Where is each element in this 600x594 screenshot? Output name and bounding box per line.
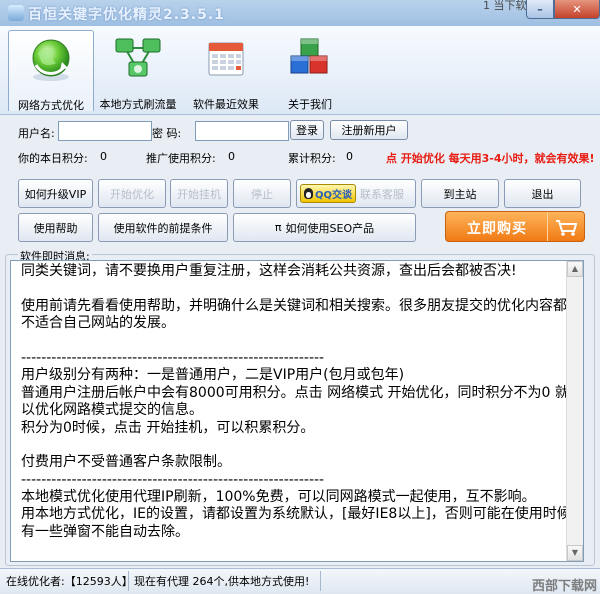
app-icon [8,5,24,21]
messages-textbox[interactable]: 同类关键词，请不要换用户重复注册，这样会消耗公共资源，查出后会都被否决! 使用前… [10,260,584,562]
message-line: 以优化网路模式提交的信息。 [21,402,203,419]
prerequisites-button[interactable]: 使用软件的前提条件 [98,213,228,242]
tab-recent-results[interactable]: 软件最近效果 [184,30,268,111]
register-button[interactable]: 注册新用户 [330,120,408,140]
referral-points-label: 推广使用积分: [146,152,216,165]
exit-button[interactable]: 退出 [504,179,581,208]
password-label: 密 码: [152,127,182,140]
start-optimize-button[interactable]: 开始优化 [98,179,166,208]
message-line: 普通用户注册后帐户中会有8000可用积分。点击 网络模式 开始优化，同时积分不为… [21,384,583,401]
colored-cubes-icon [290,38,328,74]
close-icon: ✕ [572,2,582,16]
app-window: 百恒关键字优化精灵2.3.5.1 1 当下软件园 装机博客 – ✕ 网络方式优化 [0,0,600,594]
globe-refresh-icon [32,39,70,81]
window-controls: – ✕ [526,0,600,20]
login-button[interactable]: 登录 [290,120,324,140]
calendar-icon [208,42,244,76]
today-points-label: 你的本日积分: [18,152,88,165]
status-divider [128,571,129,591]
pi-icon: π [274,221,282,234]
message-line: 本地模式优化使用代理IP刷新，100%免费，可以同网路模式一起使用，互不影响。 [21,489,536,506]
message-line: 同类关键词，请不要换用户重复注册，这样会消耗公共资源，查出后会都被否决! [21,263,517,279]
online-label: 在线优化者: [6,575,65,588]
message-line: ----------------------------------------… [21,471,325,488]
bottom-watermark: 西部下载网 [531,579,597,594]
qq-penguin-icon [304,188,313,199]
seo-howto-button[interactable]: π 如何使用SEO产品 [233,213,416,242]
tab-network-optimize[interactable]: 网络方式优化 [8,30,94,112]
seo-howto-label: 如何使用SEO产品 [285,221,375,235]
stop-button[interactable]: 停止 [233,179,291,208]
qq-chat-badge: QQ交谈 [300,184,357,203]
online-users-status: 在线优化者:【12593人】 [6,573,133,589]
message-line: 用本地方式优化，IE的设置，请都设置为系统默认，[最好IE8以上]，否则可能在使… [21,506,584,523]
qq-badge-label: QQ交谈 [315,190,353,201]
referral-points-value: 0 [228,150,235,163]
status-divider [320,571,321,591]
shopping-cart-icon [547,212,584,241]
message-line [21,333,561,350]
message-line: 有一些弹窗不能自动去除。 [21,523,189,540]
minimize-icon: – [537,2,543,16]
contact-service-label: 联系客服 [360,187,405,201]
help-button[interactable]: 使用帮助 [18,213,93,242]
promo-text: 点 开始优化 每天用3-4小时，就会有效果! [386,152,595,165]
tab-label: 软件最近效果 [193,98,259,111]
total-points-label: 累计积分: [288,152,336,165]
main-site-button[interactable]: 到主站 [421,179,499,208]
close-button[interactable]: ✕ [554,0,600,19]
window-title: 百恒关键字优化精灵2.3.5.1 [28,7,225,23]
message-line [21,437,561,454]
scroll-down-button[interactable]: ▼ [567,545,583,561]
tab-label: 本地方式刷流量 [99,98,177,111]
message-line: 积分为0时候，点击 开始挂机，可以积累积分。 [21,419,315,436]
message-line [21,280,561,297]
message-line: 付费用户不受普通客户条款限制。 [21,454,231,471]
minimize-button[interactable]: – [526,0,554,19]
tab-label: 关于我们 [288,98,332,111]
start-hangup-button[interactable]: 开始挂机 [170,179,228,208]
messages-text: 同类关键词，请不要换用户重复注册，这样会消耗公共资源，查出后会都被否决! 使用前… [21,263,584,541]
buy-now-button[interactable]: 立即购买 [445,211,585,242]
today-points-value: 0 [100,150,107,163]
online-count: 【12593人】 [64,575,133,588]
tab-about-us[interactable]: 关于我们 [268,30,352,111]
contact-service-button[interactable]: QQ交谈 联系客服 [296,179,416,208]
tab-local-traffic[interactable]: 本地方式刷流量 [96,30,180,111]
title-bar[interactable]: 百恒关键字优化精灵2.3.5.1 1 当下软件园 装机博客 [0,0,600,26]
username-input[interactable] [58,121,152,141]
scroll-up-button[interactable]: ▲ [567,261,583,277]
message-line: 不适合自己网站的发展。 [21,315,175,332]
message-line: 用户级别分有两种：一是普通用户，二是VIP用户(包月或包年) [21,367,405,384]
message-line: 使用前请先看看使用帮助，并明确什么是关键词和相关搜索。很多朋友提交的优化内容都很 [21,297,581,314]
message-line: ----------------------------------------… [21,349,325,366]
messages-scrollbar[interactable]: ▲ ▼ [566,261,583,561]
main-toolbar: 网络方式优化 本地方式刷流量 软件最近效果 关于我们 [0,26,600,115]
buy-now-label: 立即购买 [467,221,527,237]
tab-label: 网络方式优化 [18,99,84,112]
status-bar: 在线优化者:【12593人】 现在有代理 264个,供本地方式使用! [0,568,600,594]
upgrade-vip-button[interactable]: 如何升级VIP [18,179,93,208]
password-input[interactable] [195,121,289,141]
proxy-status: 现在有代理 264个,供本地方式使用! [134,575,310,588]
total-points-value: 0 [346,150,353,163]
network-computers-icon [115,38,161,77]
username-label: 用户名: [18,127,55,140]
